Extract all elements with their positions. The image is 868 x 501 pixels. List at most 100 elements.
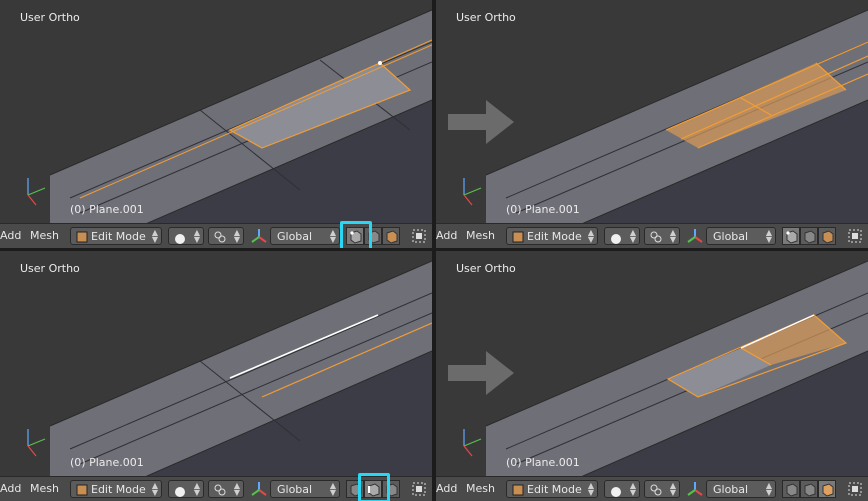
chevron-updown-icon: ▲ ▼ <box>193 481 200 497</box>
menu-mesh[interactable]: Mesh <box>30 229 59 242</box>
vertex-select-button[interactable] <box>782 227 800 245</box>
orientation-dropdown[interactable]: Global ▲ ▼ <box>270 227 340 245</box>
edge-select-button[interactable] <box>800 480 818 498</box>
menu-add[interactable]: Add <box>0 229 21 242</box>
pivot-dropdown[interactable]: ▲ ▼ <box>208 480 244 498</box>
mode-label: Edit Mode <box>91 230 146 243</box>
object-label: (0) Plane.001 <box>506 456 580 469</box>
transform-manipulator-icon[interactable] <box>686 227 704 248</box>
viewport-bottom-right[interactable]: User Ortho (0) Plane.001 Add Mesh Edit M… <box>436 251 868 501</box>
chevron-updown-icon: ▲ ▼ <box>629 481 636 497</box>
edge-select-icon <box>801 229 817 248</box>
chevron-updown-icon: ▲ ▼ <box>151 228 158 244</box>
viewport-header: Add Mesh Edit Mode ▲ ▼ ▲ ▼ ▲ ▼ Global ▲ ▼ <box>436 223 868 248</box>
chevron-updown-icon: ▲ ▼ <box>329 228 336 244</box>
mode-icon <box>75 482 89 501</box>
menu-mesh[interactable]: Mesh <box>30 482 59 495</box>
chevron-updown-icon: ▲ ▼ <box>765 228 772 244</box>
vertex-select-icon <box>783 482 799 501</box>
menu-add[interactable]: Add <box>436 229 457 242</box>
menu-mesh[interactable]: Mesh <box>466 482 495 495</box>
highlight-box <box>340 221 372 248</box>
face-select-button[interactable] <box>382 227 400 245</box>
pivot-dropdown[interactable]: ▲ ▼ <box>644 480 680 498</box>
orientation-label: Global <box>713 483 749 496</box>
transform-manipulator-icon[interactable] <box>250 227 268 248</box>
chevron-updown-icon: ▲ ▼ <box>629 228 636 244</box>
shading-dropdown[interactable]: ▲ ▼ <box>604 227 640 245</box>
highlight-box <box>358 473 390 501</box>
mesh-scene <box>27 9 432 248</box>
chevron-updown-icon: ▲ ▼ <box>329 481 336 497</box>
big-arrow-icon <box>448 100 514 144</box>
mode-icon <box>75 229 89 248</box>
object-label: (0) Plane.001 <box>70 203 144 216</box>
shading-sphere-icon <box>610 230 622 248</box>
mode-icon <box>511 229 525 248</box>
object-label: (0) Plane.001 <box>70 456 144 469</box>
view-label: User Ortho <box>20 11 80 24</box>
pivot-dropdown[interactable]: ▲ ▼ <box>644 227 680 245</box>
menu-add[interactable]: Add <box>0 482 21 495</box>
occlude-icon[interactable] <box>410 480 428 501</box>
menu-add[interactable]: Add <box>436 482 457 495</box>
viewport-top-left[interactable]: User Ortho (0) Plane.001 Add Mesh Edit M… <box>0 0 432 248</box>
pivot-icon <box>213 482 227 501</box>
view-label: User Ortho <box>20 262 80 275</box>
menu-mesh[interactable]: Mesh <box>466 229 495 242</box>
shading-sphere-icon <box>174 230 186 248</box>
chevron-updown-icon: ▲ ▼ <box>193 228 200 244</box>
chevron-updown-icon: ▲ ▼ <box>233 228 240 244</box>
viewport-bottom-left[interactable]: User Ortho (0) Plane.001 Add Mesh Edit M… <box>0 251 432 501</box>
mode-icon <box>511 482 525 501</box>
pivot-icon <box>649 482 663 501</box>
chevron-updown-icon: ▲ ▼ <box>151 481 158 497</box>
occlude-icon[interactable] <box>410 227 428 248</box>
shading-dropdown[interactable]: ▲ ▼ <box>168 227 204 245</box>
vertex-select-icon <box>783 229 799 248</box>
chevron-updown-icon: ▲ ▼ <box>587 228 594 244</box>
chevron-updown-icon: ▲ ▼ <box>587 481 594 497</box>
orientation-dropdown[interactable]: Global ▲ ▼ <box>706 480 776 498</box>
face-select-button[interactable] <box>818 227 836 245</box>
viewport-header: Add Mesh Edit Mode ▲ ▼ ▲ ▼ ▲ ▼ Global ▲ ▼ <box>436 476 868 501</box>
view-label: User Ortho <box>456 11 516 24</box>
object-label: (0) Plane.001 <box>506 203 580 216</box>
view-label: User Ortho <box>456 262 516 275</box>
big-arrow-icon <box>448 351 514 395</box>
shading-dropdown[interactable]: ▲ ▼ <box>604 480 640 498</box>
mode-dropdown[interactable]: Edit Mode ▲ ▼ <box>70 227 162 245</box>
orientation-label: Global <box>713 230 749 243</box>
face-select-icon <box>819 482 835 501</box>
viewport-top-right[interactable]: User Ortho (0) Plane.001 Add Mesh Edit M… <box>436 0 868 248</box>
mode-dropdown[interactable]: Edit Mode ▲ ▼ <box>70 480 162 498</box>
edge-select-icon <box>801 482 817 501</box>
face-select-icon <box>819 229 835 248</box>
orientation-label: Global <box>277 230 313 243</box>
pivot-dropdown[interactable]: ▲ ▼ <box>208 227 244 245</box>
orientation-dropdown[interactable]: Global ▲ ▼ <box>706 227 776 245</box>
pivot-icon <box>213 229 227 248</box>
vertex-select-button[interactable] <box>782 480 800 498</box>
transform-manipulator-icon[interactable] <box>250 480 268 501</box>
chevron-updown-icon: ▲ ▼ <box>233 481 240 497</box>
shading-dropdown[interactable]: ▲ ▼ <box>168 480 204 498</box>
occlude-icon[interactable] <box>846 480 864 501</box>
pivot-icon <box>649 229 663 248</box>
chevron-updown-icon: ▲ ▼ <box>669 481 676 497</box>
face-select-icon <box>383 229 399 248</box>
mode-dropdown[interactable]: Edit Mode ▲ ▼ <box>506 480 598 498</box>
orientation-label: Global <box>277 483 313 496</box>
mode-label: Edit Mode <box>527 230 582 243</box>
face-select-button[interactable] <box>818 480 836 498</box>
orientation-dropdown[interactable]: Global ▲ ▼ <box>270 480 340 498</box>
shading-sphere-icon <box>610 483 622 501</box>
mesh-scene <box>27 260 432 501</box>
transform-manipulator-icon[interactable] <box>686 480 704 501</box>
occlude-icon[interactable] <box>846 227 864 248</box>
mode-dropdown[interactable]: Edit Mode ▲ ▼ <box>506 227 598 245</box>
mode-label: Edit Mode <box>527 483 582 496</box>
chevron-updown-icon: ▲ ▼ <box>669 228 676 244</box>
shading-sphere-icon <box>174 483 186 501</box>
edge-select-button[interactable] <box>800 227 818 245</box>
